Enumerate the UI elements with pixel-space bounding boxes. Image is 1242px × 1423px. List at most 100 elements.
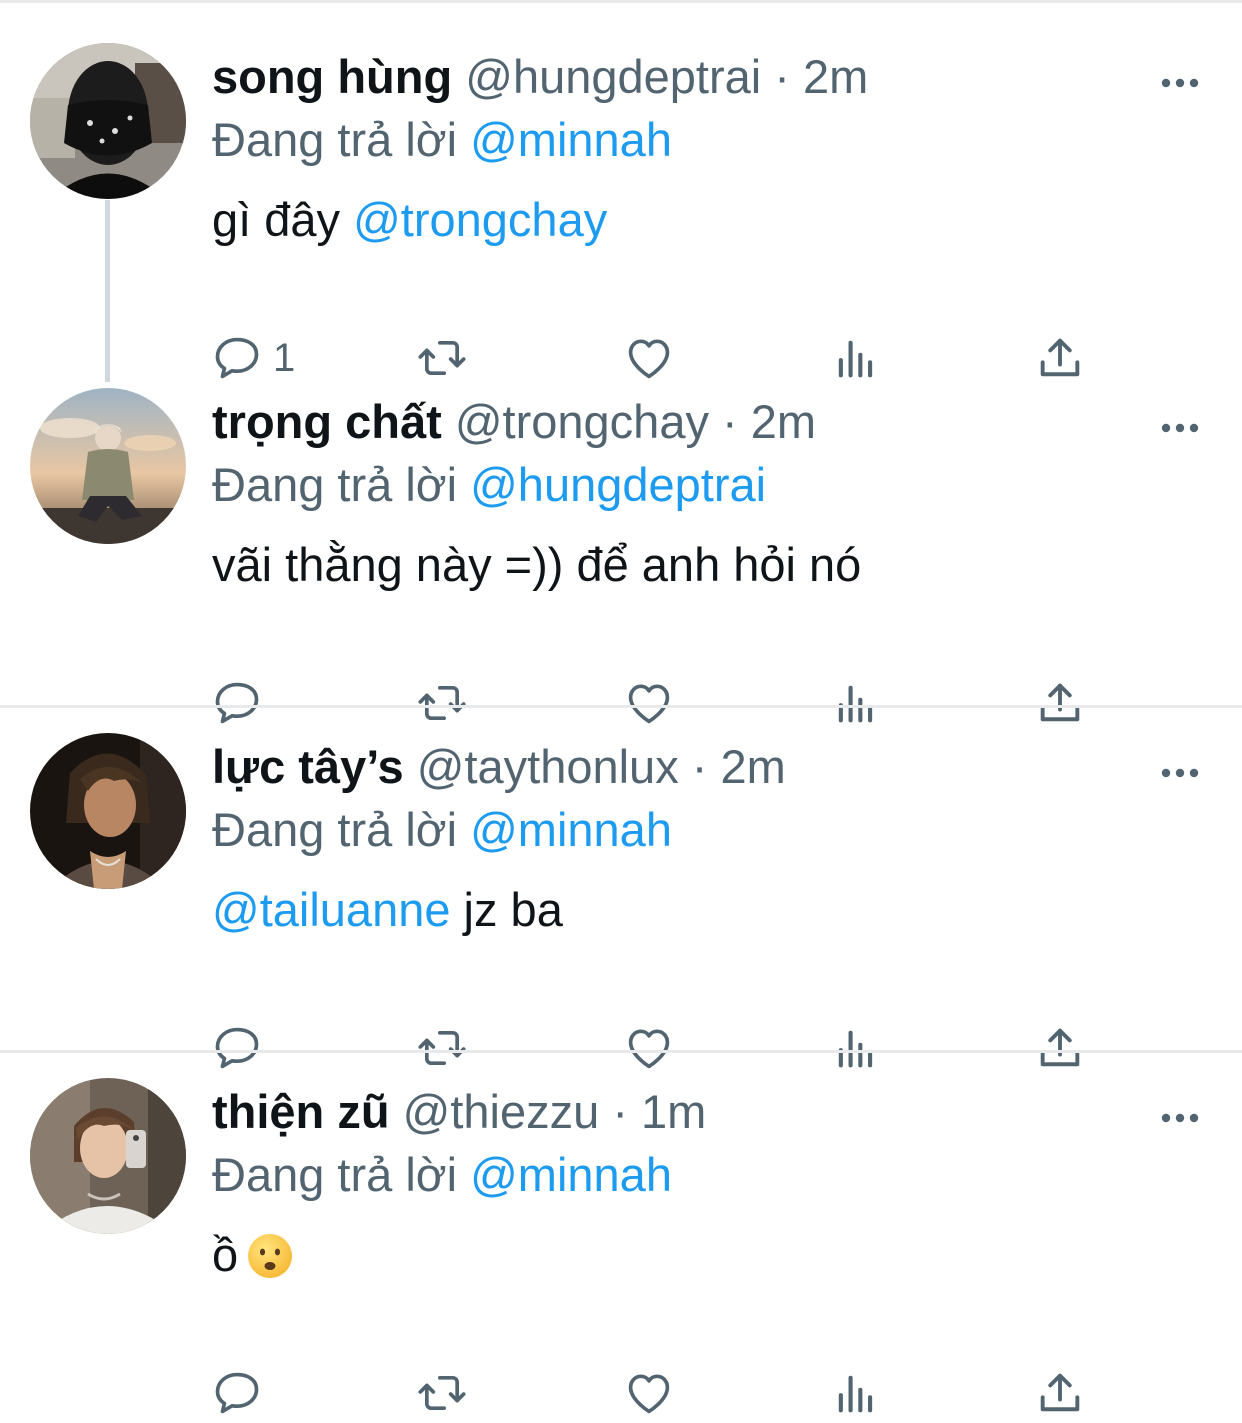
tweet-text-plain: ồ (212, 1228, 239, 1281)
share-button[interactable] (1034, 1018, 1086, 1078)
replying-to-mention[interactable]: @minnah (470, 1148, 672, 1201)
heart-icon (623, 1022, 675, 1074)
more-options-button[interactable] (1156, 755, 1204, 791)
tweet[interactable]: song hùng @hungdeptrai · 2m Đang trả lời… (0, 43, 1242, 383)
retweet-icon (416, 1022, 468, 1074)
tweet-text: @tailuanne jz ba (212, 879, 563, 941)
tweet-text-mention[interactable]: @trongchay (353, 193, 607, 246)
frowning-face-emoji (248, 1233, 293, 1278)
tweet-text: vãi thằng này =)) để anh hỏi nó (212, 534, 861, 596)
bar-chart-icon (830, 332, 882, 384)
more-horizontal-icon (1156, 410, 1204, 446)
heart-icon (623, 332, 675, 384)
display-name[interactable]: trọng chất (212, 395, 442, 448)
separator-dot: · (722, 395, 738, 448)
user-handle[interactable]: @hungdeptrai (465, 50, 761, 103)
user-handle[interactable]: @trongchay (455, 395, 709, 448)
share-button[interactable] (1034, 673, 1086, 733)
share-button[interactable] (1034, 328, 1086, 388)
avatar[interactable] (30, 43, 186, 199)
like-button[interactable] (623, 673, 675, 733)
bar-chart-icon (830, 1022, 882, 1074)
reply-bubble-icon (211, 1367, 263, 1419)
avatar[interactable] (30, 733, 186, 889)
tweet-actions (0, 673, 1242, 733)
separator-dot: · (612, 1085, 628, 1138)
views-button[interactable] (830, 1363, 882, 1423)
share-upload-icon (1034, 677, 1086, 729)
tweet-header: trọng chất @trongchay · 2m (212, 390, 816, 454)
retweet-button[interactable] (416, 328, 468, 388)
more-horizontal-icon (1156, 755, 1204, 791)
tweet-actions (0, 1363, 1242, 1423)
retweet-button[interactable] (416, 1018, 468, 1078)
tweet[interactable]: lực tây’s @taythonlux · 2m Đang trả lời … (0, 733, 1242, 1073)
replying-to: Đang trả lời @minnah (212, 1144, 672, 1206)
tweet-text-plain: jz ba (450, 883, 563, 936)
tweet-text-plain: gì đây (212, 193, 354, 246)
top-divider (0, 0, 1242, 3)
reply-bubble-icon (211, 677, 263, 729)
tweet[interactable]: trọng chất @trongchay · 2m Đang trả lời … (0, 388, 1242, 728)
replying-to-prefix: Đang trả lời (212, 1148, 458, 1201)
tweet-text-mention[interactable]: @tailuanne (212, 883, 451, 936)
retweet-button[interactable] (416, 673, 468, 733)
more-options-button[interactable] (1156, 410, 1204, 446)
views-button[interactable] (830, 1018, 882, 1078)
tweet-text-plain: vãi thằng này =)) để anh hỏi nó (212, 538, 862, 591)
tweet-text: ồ (212, 1224, 294, 1286)
display-name[interactable]: thiện zũ (212, 1085, 390, 1138)
reply-button[interactable]: 1 (211, 328, 295, 388)
tweet-divider (0, 705, 1242, 708)
like-button[interactable] (623, 328, 675, 388)
timestamp[interactable]: 2m (751, 395, 816, 448)
views-button[interactable] (830, 328, 882, 388)
replying-to-prefix: Đang trả lời (212, 803, 458, 856)
user-handle[interactable]: @thiezzu (403, 1085, 600, 1138)
replying-to-prefix: Đang trả lời (212, 113, 458, 166)
tweet-actions: 1 (0, 328, 1242, 388)
avatar[interactable] (30, 388, 186, 544)
reply-button[interactable] (211, 1363, 263, 1423)
separator-dot: · (691, 740, 708, 793)
tweet[interactable]: thiện zũ @thiezzu · 1m Đang trả lời @min… (0, 1078, 1242, 1418)
like-button[interactable] (623, 1363, 675, 1423)
user-handle[interactable]: @taythonlux (417, 740, 679, 793)
replying-to-mention[interactable]: @minnah (470, 803, 672, 856)
share-upload-icon (1034, 1022, 1086, 1074)
like-button[interactable] (623, 1018, 675, 1078)
bar-chart-icon (830, 1367, 882, 1419)
retweet-icon (416, 677, 468, 729)
more-options-button[interactable] (1156, 1100, 1204, 1136)
timestamp[interactable]: 1m (641, 1085, 706, 1138)
replying-to-mention[interactable]: @minnah (470, 113, 672, 166)
more-horizontal-icon (1156, 65, 1204, 101)
heart-icon (623, 677, 675, 729)
tweet-header: thiện zũ @thiezzu · 1m (212, 1080, 706, 1144)
display-name[interactable]: song hùng (212, 50, 452, 103)
replying-to-prefix: Đang trả lời (212, 458, 458, 511)
retweet-button[interactable] (416, 1363, 468, 1423)
replying-to: Đang trả lời @hungdeptrai (212, 454, 766, 516)
timestamp[interactable]: 2m (803, 50, 868, 103)
reply-count: 1 (273, 335, 296, 380)
tweet-header: song hùng @hungdeptrai · 2m (212, 45, 868, 109)
reply-bubble-icon (211, 1022, 263, 1074)
views-button[interactable] (830, 673, 882, 733)
reply-bubble-icon (211, 332, 263, 384)
reply-button[interactable] (211, 673, 263, 733)
more-options-button[interactable] (1156, 65, 1204, 101)
timestamp[interactable]: 2m (720, 740, 785, 793)
heart-icon (623, 1367, 675, 1419)
reply-button[interactable] (211, 1018, 263, 1078)
more-horizontal-icon (1156, 1100, 1204, 1136)
replying-to: Đang trả lời @minnah (212, 109, 672, 171)
replying-to-mention[interactable]: @hungdeptrai (470, 458, 766, 511)
share-upload-icon (1034, 332, 1086, 384)
share-upload-icon (1034, 1367, 1086, 1419)
retweet-icon (416, 1367, 468, 1419)
share-button[interactable] (1034, 1363, 1086, 1423)
avatar[interactable] (30, 1078, 186, 1234)
display-name[interactable]: lực tây’s (212, 740, 404, 793)
tweet-actions (0, 1018, 1242, 1078)
